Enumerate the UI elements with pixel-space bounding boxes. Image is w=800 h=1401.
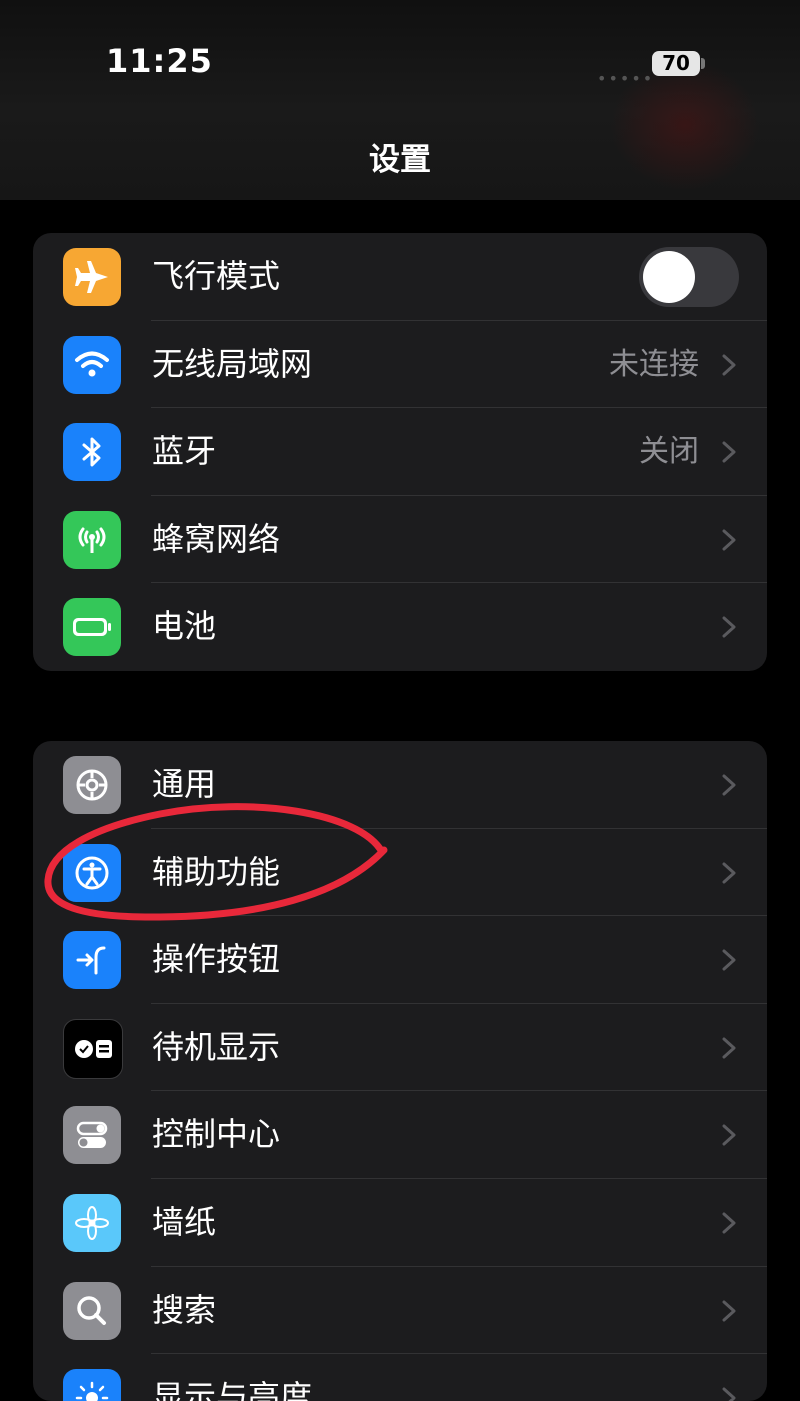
airplane-icon [63,248,121,306]
chevron-right-icon [722,1037,736,1059]
settings-row-label: 显示与亮度 [152,1378,313,1401]
toggle-knob [643,251,695,303]
standby-icon [63,1018,123,1079]
settings-row-label: 电池 [152,607,217,646]
settings-group-connectivity: 飞行模式 无线局域网 未连接 蓝牙 关闭 蜂窝网络 电池 [33,233,767,671]
wallpaper-icon [63,1193,121,1252]
battery-icon [63,598,121,657]
chevron-right-icon [722,1387,736,1401]
settings-row-airplane-mode[interactable]: 飞行模式 [33,233,767,321]
brightness-icon [63,1369,121,1401]
wifi-status-value: 未连接 [609,346,699,382]
bluetooth-icon [63,423,121,482]
settings-row-display-brightness[interactable]: 显示与亮度 [33,1354,767,1401]
settings-row-label: 辅助功能 [152,852,281,891]
settings-row-cellular[interactable]: 蜂窝网络 [33,496,767,584]
bluetooth-status-value: 关闭 [639,434,699,470]
chevron-right-icon [722,862,736,884]
chevron-right-icon [722,1212,736,1234]
chevron-right-icon [722,1124,736,1146]
action-button-icon [63,931,121,990]
chevron-right-icon [722,1300,736,1322]
settings-row-standby[interactable]: 待机显示 [33,1004,767,1092]
page-title: 设置 [369,142,431,178]
settings-row-battery[interactable]: 电池 [33,583,767,671]
settings-row-search[interactable]: 搜索 [33,1267,767,1355]
wifi-icon [63,335,121,394]
airplane-mode-toggle[interactable] [639,247,739,307]
settings-row-wallpaper[interactable]: 墙纸 [33,1179,767,1267]
settings-row-general[interactable]: 通用 [33,741,767,829]
chevron-right-icon [722,354,736,376]
settings-row-label: 蓝牙 [152,432,217,471]
status-time: 11:25 [106,42,213,80]
chevron-right-icon [722,529,736,551]
settings-row-label: 墙纸 [152,1202,217,1241]
settings-group-general: 通用 辅助功能 操作按钮 待机显示 控制中心 墙纸 搜索 显示与亮度 [33,741,767,1401]
chevron-right-icon [722,774,736,796]
chevron-right-icon [722,949,736,971]
settings-row-label: 通用 [152,765,217,803]
settings-row-accessibility[interactable]: 辅助功能 [33,829,767,917]
chevron-right-icon [722,441,736,463]
chevron-right-icon [722,616,736,638]
battery-nub [701,58,705,69]
signal-indicator: ••••• [597,69,655,88]
cellular-icon [63,510,121,569]
accessibility-icon [63,843,121,902]
settings-row-wifi[interactable]: 无线局域网 未连接 [33,321,767,409]
settings-row-label: 操作按钮 [152,940,281,979]
settings-row-label: 无线局域网 [152,344,313,383]
settings-row-label: 待机显示 [152,1027,281,1066]
settings-row-label: 飞行模式 [152,257,281,295]
gear-icon [63,756,121,814]
settings-row-bluetooth[interactable]: 蓝牙 关闭 [33,408,767,496]
settings-row-label: 控制中心 [152,1115,281,1154]
battery-level: 70 [652,51,700,76]
settings-row-label: 搜索 [152,1290,217,1329]
control-center-icon [63,1106,121,1165]
settings-row-control-center[interactable]: 控制中心 [33,1091,767,1179]
settings-row-label: 蜂窝网络 [152,519,281,558]
settings-row-action-button[interactable]: 操作按钮 [33,916,767,1004]
search-icon [63,1281,121,1340]
